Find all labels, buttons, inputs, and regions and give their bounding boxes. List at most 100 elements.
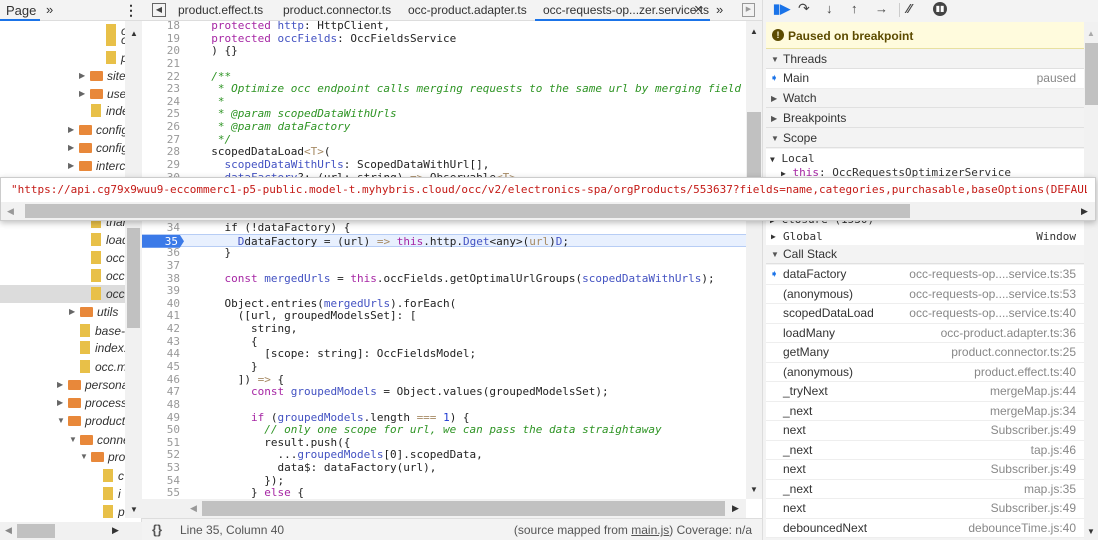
code-line[interactable]: 28 scopedDataLoad<T>( (142, 145, 746, 158)
close-tab-icon[interactable]: × (694, 1, 703, 18)
pause-on-exceptions-icon[interactable]: ▮▮ (933, 2, 947, 16)
scroll-thumb[interactable] (25, 204, 910, 218)
tree-folder[interactable]: ▶ site (0, 67, 125, 85)
code-line[interactable]: 26 * @param dataFactory (142, 120, 746, 133)
scroll-down-arrow-icon[interactable]: ▼ (130, 505, 138, 514)
call-frame[interactable]: _next mergeMap.js:34 (766, 401, 1084, 422)
frame-location[interactable]: occ-product.adapter.ts:36 (941, 324, 1076, 344)
call-frame[interactable]: getMany product.connector.ts:25 (766, 343, 1084, 363)
code-line[interactable]: 41 ([url, groupedModelsSet]: [ (142, 309, 746, 322)
code-line[interactable]: 40 Object.entries(mergedUrls).forEach( (142, 297, 746, 310)
line-number[interactable]: 36 (142, 246, 180, 259)
line-number[interactable]: 39 (142, 284, 180, 297)
call-frame[interactable]: _next tap.js:46 (766, 440, 1084, 461)
line-number[interactable]: 23 (142, 82, 180, 95)
scroll-left-arrow-icon[interactable]: ◀ (7, 206, 14, 217)
code-line[interactable]: 18 protected http: HttpClient, (142, 21, 746, 32)
tree-folder[interactable]: ▶ interc (0, 157, 125, 175)
line-number[interactable]: 21 (142, 57, 180, 70)
code-line[interactable]: 22 /** (142, 70, 746, 83)
collapsed-arrow-icon[interactable]: ▶ (57, 376, 63, 394)
tree-file[interactable]: occ (0, 285, 125, 303)
scroll-left-arrow-icon[interactable]: ◀ (190, 503, 197, 514)
call-frame[interactable]: next Subscriber.js:49 (766, 421, 1084, 441)
code-line[interactable]: 45 } (142, 360, 746, 373)
tree-file[interactable]: o (0, 31, 125, 49)
collapsed-arrow-icon[interactable]: ▶ (69, 303, 75, 321)
scroll-right-arrow-icon[interactable]: ▶ (732, 503, 739, 514)
step-out-icon[interactable]: ↑ (851, 1, 858, 16)
tree-file[interactable]: base- (0, 322, 125, 340)
code-line[interactable]: 43 { (142, 335, 746, 348)
frame-location[interactable]: occ-requests-op....service.ts:35 (909, 265, 1076, 285)
code-line[interactable]: 24 * (142, 95, 746, 108)
tree-folder[interactable]: ▶ config (0, 121, 125, 139)
tree-file[interactable]: p (0, 49, 125, 67)
line-number[interactable]: 41 (142, 309, 180, 322)
line-number[interactable]: 44 (142, 347, 180, 360)
url-string-value[interactable]: "https://api.cg79x9wuu9-eccommerc1-p5-pu… (11, 183, 1087, 196)
tree-file[interactable]: p (0, 503, 125, 518)
code-line[interactable]: 42 string, (142, 322, 746, 335)
pretty-print-icon[interactable]: {} (152, 522, 162, 537)
more-tabs-button[interactable]: » (46, 2, 53, 17)
line-number[interactable]: 52 (142, 448, 180, 461)
tree-vertical-scrollbar[interactable]: ▲ ▼ (125, 21, 142, 518)
more-menu-icon[interactable]: ⋮ (124, 2, 138, 19)
frame-location[interactable]: mergeMap.js:44 (990, 382, 1076, 402)
line-number[interactable]: 46 (142, 373, 180, 386)
code-line[interactable]: 27 */ (142, 133, 746, 146)
line-number[interactable]: 50 (142, 423, 180, 436)
line-number[interactable]: 38 (142, 272, 180, 285)
tree-file[interactable]: index. (0, 339, 125, 357)
line-number[interactable]: 53 (142, 461, 180, 474)
scroll-thumb[interactable] (202, 501, 725, 516)
section-call-stack[interactable]: ▼ Call Stack (766, 245, 1084, 264)
code-line[interactable]: 29 scopedDataWithUrls: ScopedDataWithUrl… (142, 158, 746, 171)
step-over-icon[interactable]: ↷ (798, 0, 810, 17)
frame-location[interactable]: mergeMap.js:34 (990, 402, 1076, 422)
line-number[interactable]: 34 (142, 221, 180, 234)
scroll-up-arrow-icon[interactable]: ▲ (750, 27, 758, 36)
call-frame[interactable]: debouncedNext debounceTime.js:40 (766, 518, 1084, 538)
call-frame[interactable]: loadMany occ-product.adapter.ts:36 (766, 323, 1084, 344)
frame-location[interactable]: Subscriber.js:49 (991, 499, 1076, 519)
tree-folder[interactable]: ▶ persona (0, 376, 125, 394)
expanded-arrow-icon[interactable]: ▼ (57, 412, 65, 430)
call-frame[interactable]: ➧ dataFactory occ-requests-op....service.t… (766, 265, 1084, 285)
scroll-up-arrow-icon[interactable]: ▲ (1087, 29, 1095, 38)
toggle-debugger-icon[interactable]: ▶ (742, 3, 755, 17)
frame-location[interactable]: tap.js:46 (1031, 441, 1076, 461)
section-threads[interactable]: ▼ Threads (766, 50, 1084, 69)
line-number[interactable]: 20 (142, 44, 180, 57)
line-number[interactable]: 43 (142, 335, 180, 348)
code-line[interactable]: 54 }); (142, 474, 746, 487)
code-line[interactable]: 36 } (142, 246, 746, 259)
deactivate-breakpoints-icon[interactable]: ⁄⁄ (907, 1, 911, 16)
code-line[interactable]: 55 } else { (142, 486, 746, 499)
line-number[interactable]: 27 (142, 133, 180, 146)
tree-file[interactable]: occ (0, 267, 125, 285)
tab-occ-requests-optimizer[interactable]: occ-requests-op...zer.service.ts (543, 3, 709, 17)
line-number[interactable]: 55 (142, 486, 180, 499)
line-number[interactable]: 37 (142, 259, 180, 272)
thread-main[interactable]: ➧ Main paused (766, 69, 1084, 89)
scroll-up-arrow-icon[interactable]: ▲ (130, 29, 138, 38)
code-line[interactable]: 38 const mergedUrls = this.occFields.get… (142, 272, 746, 285)
collapsed-arrow-icon[interactable]: ▶ (68, 139, 74, 157)
expanded-arrow-icon[interactable]: ▼ (80, 448, 88, 466)
call-frame[interactable]: next Subscriber.js:49 (766, 460, 1084, 480)
tab-occ-product-adapter[interactable]: occ-product.adapter.ts (408, 3, 527, 17)
step-into-icon[interactable]: ↓ (826, 1, 833, 16)
code-line[interactable]: 49 if (groupedModels.length === 1) { (142, 411, 746, 424)
line-number[interactable]: 26 (142, 120, 180, 133)
code-line[interactable]: 21 (142, 57, 746, 70)
call-frame[interactable]: (anonymous) occ-requests-op....service.ts… (766, 284, 1084, 304)
code-line[interactable]: 25 * @param scopedDataWithUrls (142, 107, 746, 120)
scroll-down-arrow-icon[interactable]: ▼ (1087, 527, 1095, 536)
line-number[interactable]: 19 (142, 32, 180, 45)
scope-local[interactable]: ▼ Local (770, 152, 815, 165)
collapsed-arrow-icon[interactable]: ▶ (68, 157, 74, 175)
code-line[interactable]: 44 [scope: string]: OccFieldsModel; (142, 347, 746, 360)
collapsed-arrow-icon[interactable]: ▶ (79, 85, 85, 103)
